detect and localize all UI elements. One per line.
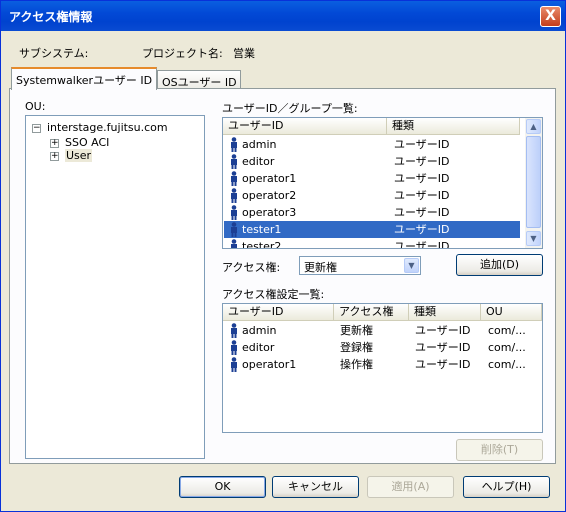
help-button[interactable]: ヘルプ(H) — [463, 476, 550, 498]
user-name: operator2 — [242, 189, 297, 202]
user-type: ユーザーID — [394, 189, 450, 202]
user-name: tester1 — [242, 223, 282, 236]
tree-node-user[interactable]: + User — [50, 149, 93, 163]
access-right: 操作権 — [340, 358, 373, 371]
user-icon — [231, 222, 237, 237]
column-header-user-id[interactable]: ユーザーID — [223, 118, 387, 135]
column-header-user-id[interactable]: ユーザーID — [223, 304, 334, 321]
column-header-ou[interactable]: OU — [481, 304, 542, 321]
cancel-button[interactable]: キャンセル — [272, 476, 359, 498]
user-icon — [231, 171, 237, 186]
ou-tree[interactable]: − interstage.fujitsu.com + SSO ACI + User — [25, 115, 205, 459]
vertical-scrollbar[interactable]: ▲ ▼ — [525, 118, 542, 248]
user-icon — [231, 137, 237, 152]
user-icon — [231, 154, 237, 169]
ok-button[interactable]: OK — [179, 476, 266, 498]
user-name: operator1 — [242, 172, 297, 185]
access-setting-list-label: アクセス権設定一覧: — [222, 288, 325, 301]
table-row[interactable]: admin 更新権 ユーザーID com/... — [224, 322, 541, 339]
user-name: admin — [242, 138, 277, 151]
tab-os-user-id[interactable]: OSユーザー ID — [157, 70, 241, 89]
window-title: アクセス権情報 — [9, 10, 93, 24]
user-type: ユーザーID — [394, 223, 450, 236]
user-group-list-label: ユーザーID／グループ一覧: — [222, 102, 358, 115]
expand-icon[interactable]: + — [50, 138, 59, 148]
scroll-down-icon[interactable]: ▼ — [526, 231, 541, 246]
access-setting-list[interactable]: ユーザーID アクセス権 種類 OU admin 更新権 ユーザーID com/… — [222, 303, 543, 433]
ou-label: OU: — [25, 100, 46, 113]
access-right: 更新権 — [340, 324, 373, 337]
table-row[interactable]: operator1 操作権 ユーザーID com/... — [224, 356, 541, 373]
user-type: ユーザーID — [394, 155, 450, 168]
user-name: editor — [242, 341, 275, 354]
list-item[interactable]: tester2 ユーザーID — [224, 238, 520, 249]
user-icon — [231, 239, 237, 248]
tree-node-sso-aci[interactable]: + SSO ACI — [50, 136, 109, 150]
delete-button[interactable]: 削除(T) — [456, 439, 543, 461]
user-name: tester2 — [242, 240, 282, 249]
access-right-select[interactable]: 更新権 ▼ — [299, 256, 421, 275]
collapse-icon[interactable]: − — [32, 123, 41, 133]
user-name: operator1 — [242, 358, 297, 371]
user-name: operator3 — [242, 206, 297, 219]
ou-value: com/... — [488, 358, 526, 371]
expand-icon[interactable]: + — [50, 151, 59, 161]
access-right: 登録権 — [340, 341, 373, 354]
tree-node-label: SSO ACI — [65, 136, 110, 149]
table-row[interactable]: editor 登録権 ユーザーID com/... — [224, 339, 541, 356]
access-right-value: 更新権 — [304, 261, 337, 274]
access-rights-dialog: アクセス権情報 X サブシステム: プロジェクト名: 営業 Systemwalk… — [0, 0, 566, 512]
access-right-label: アクセス権: — [222, 261, 281, 274]
list-item[interactable]: operator2 ユーザーID — [224, 187, 520, 204]
list-item[interactable]: editor ユーザーID — [224, 153, 520, 170]
chevron-down-icon[interactable]: ▼ — [404, 258, 419, 273]
list-item[interactable]: operator3 ユーザーID — [224, 204, 520, 221]
user-icon — [231, 323, 237, 338]
column-header-access-right[interactable]: アクセス権 — [334, 304, 409, 321]
ou-value: com/... — [488, 324, 526, 337]
subsystem-label: サブシステム: — [19, 47, 89, 60]
user-type: ユーザーID — [394, 206, 450, 219]
add-button[interactable]: 追加(D) — [456, 254, 543, 276]
tab-label: Systemwalkerユーザー ID — [16, 74, 153, 87]
user-icon — [231, 205, 237, 220]
user-icon — [231, 340, 237, 355]
user-group-list[interactable]: ユーザーID 種類 admin ユーザーID editor ユーザーID ope… — [222, 117, 543, 249]
apply-button[interactable]: 適用(A) — [367, 476, 454, 498]
user-name: editor — [242, 155, 275, 168]
user-type: ユーザーID — [415, 324, 471, 337]
list-item-selected[interactable]: tester1 ユーザーID — [224, 221, 520, 238]
project-value: 営業 — [233, 47, 255, 60]
scroll-thumb[interactable] — [526, 136, 541, 228]
close-button[interactable]: X — [540, 6, 561, 27]
tree-node-root[interactable]: − interstage.fujitsu.com — [32, 121, 168, 135]
list-item[interactable]: admin ユーザーID — [224, 136, 520, 153]
project-label: プロジェクト名: — [142, 47, 223, 60]
column-header-type[interactable]: 種類 — [409, 304, 481, 321]
title-bar[interactable]: アクセス権情報 X — [1, 1, 565, 31]
list-item[interactable]: operator1 ユーザーID — [224, 170, 520, 187]
user-type: ユーザーID — [394, 138, 450, 151]
ou-value: com/... — [488, 341, 526, 354]
user-icon — [231, 188, 237, 203]
column-header-type[interactable]: 種類 — [387, 118, 520, 135]
scroll-up-icon[interactable]: ▲ — [526, 119, 541, 134]
user-type: ユーザーID — [415, 358, 471, 371]
user-type: ユーザーID — [394, 240, 450, 249]
tree-node-label: interstage.fujitsu.com — [47, 121, 168, 134]
user-name: admin — [242, 324, 277, 337]
user-icon — [231, 357, 237, 372]
tree-node-label: User — [65, 149, 93, 162]
user-type: ユーザーID — [415, 341, 471, 354]
tab-systemwalker-user-id[interactable]: Systemwalkerユーザー ID — [11, 67, 157, 90]
user-type: ユーザーID — [394, 172, 450, 185]
